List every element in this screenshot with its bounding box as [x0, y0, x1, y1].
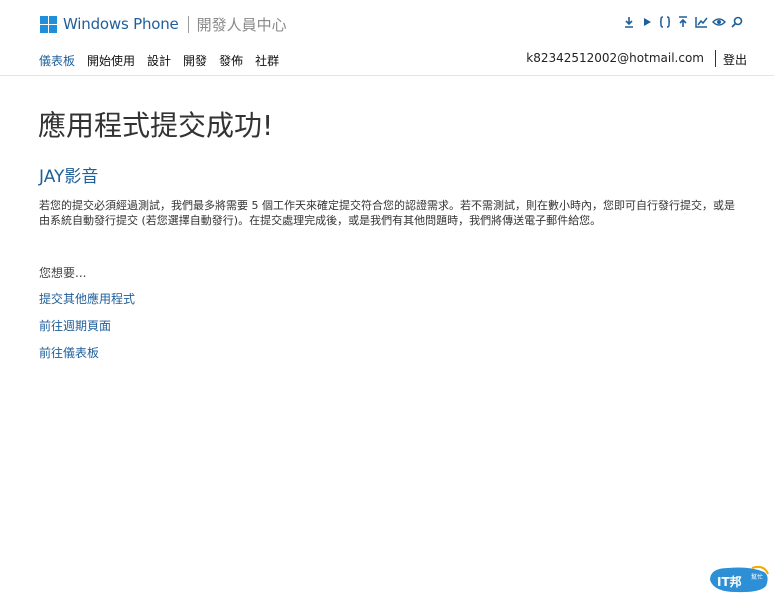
ithome-watermark-logo: IT邦 幫忙 — [706, 564, 772, 594]
upload-icon[interactable] — [674, 13, 692, 31]
top-toolbar — [620, 13, 746, 31]
eye-icon[interactable] — [710, 13, 728, 31]
submit-another-app-link[interactable]: 提交其他應用程式 — [39, 290, 135, 307]
download-icon[interactable] — [620, 13, 638, 31]
brand-divider — [187, 15, 189, 33]
brand-name: Windows Phone — [63, 15, 179, 33]
brand-subtitle: 開發人員中心 — [196, 15, 287, 34]
main-nav: 儀表板 開始使用 設計 開發 發佈 社群 — [39, 52, 291, 69]
account-email[interactable]: k82342512002@hotmail.com — [526, 51, 704, 65]
nav-item-publish[interactable]: 發佈 — [219, 52, 243, 69]
nav-item-get-started[interactable]: 開始使用 — [87, 52, 135, 69]
nav-item-community[interactable]: 社群 — [255, 52, 279, 69]
signout-link[interactable]: 登出 — [723, 51, 747, 68]
watermark-text: IT邦 — [717, 574, 742, 589]
next-steps-label: 您想要... — [39, 266, 87, 280]
go-to-dashboard-link[interactable]: 前往儀表板 — [39, 344, 99, 361]
nav-item-design[interactable]: 設計 — [147, 52, 171, 69]
go-to-lifecycle-link[interactable]: 前往週期頁面 — [39, 317, 111, 334]
brand[interactable]: Windows Phone 開發人員中心 — [40, 13, 287, 35]
nav-item-develop[interactable]: 開發 — [183, 52, 207, 69]
submission-description: 若您的提交必須經過測試，我們最多將需要 5 個工作天來確定提交符合您的認證需求。… — [39, 199, 735, 227]
page-title: 應用程式提交成功! — [38, 109, 274, 142]
nav-item-dashboard[interactable]: 儀表板 — [39, 52, 75, 69]
search-icon[interactable] — [728, 13, 746, 31]
windows-logo-icon — [40, 15, 57, 33]
play-icon[interactable] — [638, 13, 656, 31]
site-header: Windows Phone 開發人員中心 儀表板 開始使用 設計 開發 發佈 社… — [0, 0, 774, 76]
account-divider — [715, 50, 716, 67]
chart-icon[interactable] — [692, 13, 710, 31]
code-braces-icon[interactable] — [656, 13, 674, 31]
watermark-subtext: 幫忙 — [751, 573, 763, 581]
app-name: JAY影音 — [39, 167, 99, 187]
